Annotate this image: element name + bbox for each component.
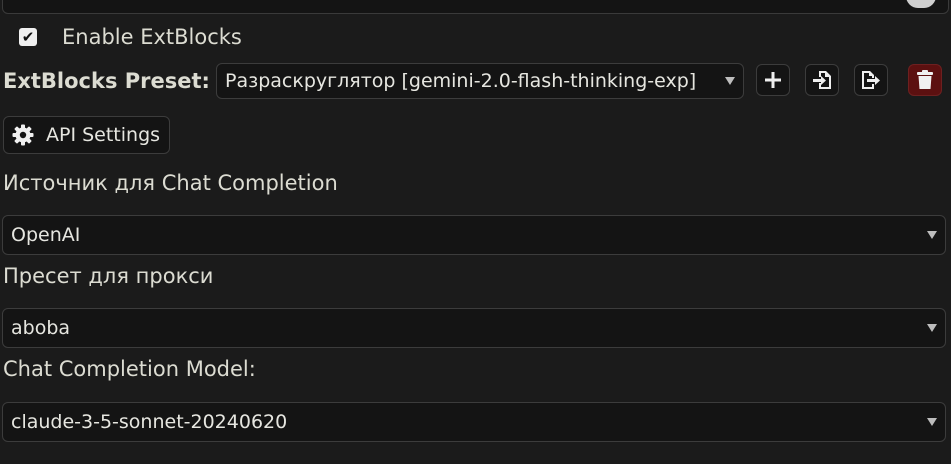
checkmark-icon: ✔	[21, 27, 35, 46]
model-label: Chat Completion Model:	[3, 357, 256, 381]
chevron-down-icon	[927, 418, 937, 426]
proxy-preset-label: Пресет для прокси	[3, 264, 214, 288]
chat-source-select[interactable]: OpenAI	[2, 215, 946, 255]
enable-extblocks-checkbox[interactable]: ✔	[19, 28, 37, 46]
proxy-preset-select[interactable]: aboba	[2, 308, 946, 348]
plus-icon	[765, 72, 781, 88]
chat-source-label: Источник для Chat Completion	[3, 171, 338, 195]
enable-extblocks-label: Enable ExtBlocks	[62, 25, 242, 49]
extblocks-preset-value: Разраскруглятор [gemini-2.0-flash-thinki…	[225, 70, 697, 92]
model-select[interactable]: claude-3-5-sonnet-20240620	[2, 402, 946, 442]
proxy-preset-value: aboba	[11, 317, 71, 339]
chevron-down-icon	[927, 324, 937, 332]
export-preset-button[interactable]	[854, 64, 888, 96]
import-preset-button[interactable]	[805, 64, 839, 96]
chevron-down-icon	[725, 77, 735, 85]
chat-source-value: OpenAI	[11, 224, 81, 246]
model-value: claude-3-5-sonnet-20240620	[11, 411, 288, 433]
extblocks-preset-row: ExtBlocks Preset:	[0, 66, 210, 96]
enable-extblocks-row: ✔ Enable ExtBlocks	[0, 24, 242, 50]
gear-icon	[12, 124, 34, 146]
extblocks-preset-select[interactable]: Разраскруглятор [gemini-2.0-flash-thinki…	[216, 63, 744, 99]
cut-off-input[interactable]	[2, 0, 949, 14]
delete-preset-button[interactable]	[908, 64, 942, 96]
add-preset-button[interactable]	[756, 64, 790, 96]
api-settings-label: API Settings	[46, 124, 161, 146]
extblocks-preset-label: ExtBlocks Preset:	[3, 69, 210, 93]
export-icon	[862, 71, 880, 89]
chevron-down-icon	[927, 231, 937, 239]
api-settings-button[interactable]: API Settings	[3, 116, 170, 154]
import-icon	[813, 71, 831, 89]
trash-icon	[917, 70, 933, 89]
